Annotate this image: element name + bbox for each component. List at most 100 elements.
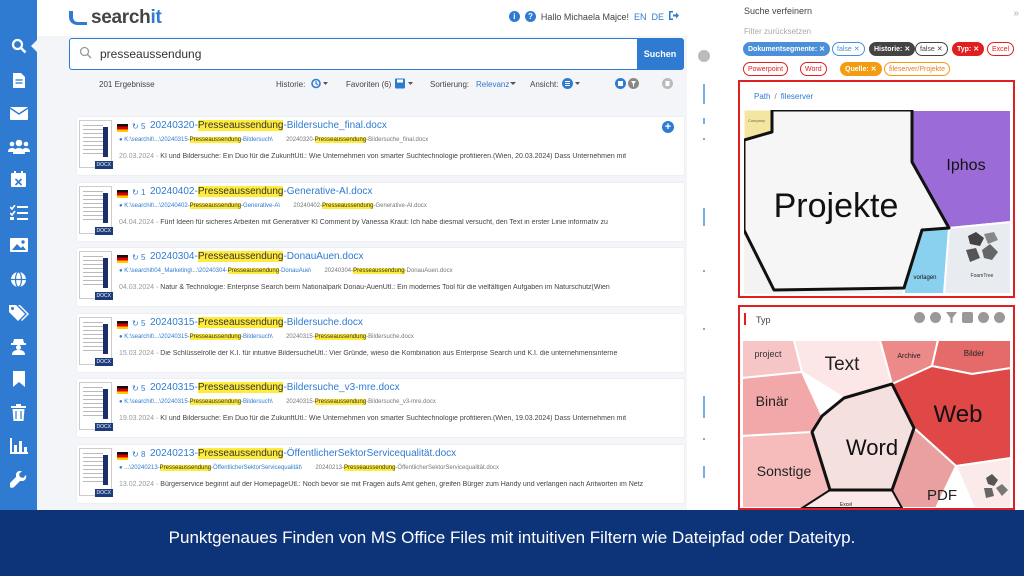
search-box: Suchen: [69, 38, 684, 70]
list-view-icon[interactable]: [562, 78, 581, 91]
calendar-icon[interactable]: [0, 164, 37, 194]
result-snippet: 15.03.2024 · Die Schlüsselrolle der K.I.…: [119, 349, 618, 357]
result-card[interactable]: DOCX ↻ 5 20240315-Presseaussendung-Bilde…: [77, 313, 684, 372]
result-title[interactable]: 20240402-Presseaussendung-Generative-AI.…: [150, 185, 372, 197]
result-card[interactable]: DOCX ↻ 8 20240213-Presseaussendung-Öffen…: [77, 444, 684, 503]
result-path[interactable]: ● K:\searchit\...\20240315-Presseaussend…: [119, 399, 436, 405]
favorites-label[interactable]: Favoriten (6): [346, 80, 391, 89]
result-card[interactable]: DOCX ↻ 5 20240304-Presseaussendung-Donau…: [77, 248, 684, 306]
document-icon[interactable]: [0, 65, 37, 95]
document-thumbnail[interactable]: DOCX: [79, 316, 113, 366]
chevron-down-icon[interactable]: [510, 78, 516, 91]
chart-bar-icon[interactable]: [0, 431, 37, 461]
history-icon[interactable]: [310, 78, 328, 91]
lang-en-link[interactable]: EN: [634, 12, 647, 22]
document-thumbnail[interactable]: DOCX: [79, 382, 113, 431]
pie-chart-icon[interactable]: [930, 312, 941, 323]
sort-dropdown[interactable]: Relevanz: [476, 80, 509, 89]
result-card[interactable]: DOCX ↻ 1 20240402-Presseaussendung-Gener…: [77, 182, 684, 241]
filter-icon[interactable]: [628, 78, 639, 91]
info-icon[interactable]: i: [508, 11, 520, 22]
top-bar: searchit i ? Hallo Michaela Majce! EN DE: [37, 0, 687, 36]
app-logo[interactable]: searchit: [69, 7, 162, 29]
treemap-label-sonstige: Sonstige: [757, 463, 812, 479]
search-field-icon: [79, 46, 92, 59]
agent-icon[interactable]: [0, 331, 37, 361]
users-icon[interactable]: [0, 131, 37, 161]
document-thumbnail[interactable]: DOCX: [79, 447, 113, 497]
filter-chip[interactable]: Dokumentsegmente: ✕: [743, 42, 831, 56]
trash-icon[interactable]: [0, 397, 37, 427]
treemap-label-bilder: Bilder: [964, 349, 985, 358]
logout-icon[interactable]: [669, 11, 679, 22]
document-thumbnail[interactable]: DOCX: [79, 185, 113, 235]
globe-icon[interactable]: [0, 264, 37, 294]
collapse-panel-icon[interactable]: »: [1013, 8, 1019, 19]
image-icon[interactable]: [0, 230, 37, 260]
funnel-icon[interactable]: [946, 312, 957, 323]
expand-icon[interactable]: [978, 312, 989, 323]
mail-icon[interactable]: [0, 98, 37, 128]
result-path[interactable]: ● K:\searchit\...\20240315-Presseaussend…: [119, 333, 414, 340]
folder-icon[interactable]: [962, 312, 973, 323]
filter-chip[interactable]: Historie: ✕: [869, 42, 916, 56]
path-treemap[interactable]: Company Projekte Iphos vorlagen FoamTree: [744, 110, 1011, 294]
filter-chip[interactable]: fileserver/Projekte: [884, 62, 951, 76]
typ-indicator: [744, 313, 746, 325]
save-icon[interactable]: [395, 78, 413, 91]
help-icon[interactable]: ?: [524, 11, 536, 22]
scroll-column: [687, 36, 724, 510]
typ-title: Typ: [756, 315, 771, 325]
result-path[interactable]: ● K:\searchit\...\20240402-Presseaussend…: [119, 202, 427, 209]
wrench-icon[interactable]: [0, 464, 37, 494]
sidebar-nav: [0, 0, 37, 510]
filter-chip[interactable]: false ✕: [915, 42, 948, 56]
flag-de-icon: [117, 255, 128, 263]
type-treemap-panel: Typ project Text Archive Bilder Binär We…: [738, 305, 1015, 510]
filter-chip[interactable]: false ✕: [832, 42, 865, 56]
add-icon[interactable]: +: [662, 121, 674, 133]
result-path[interactable]: ● K:\searchit\04_Marketing\...\20240304-…: [119, 268, 453, 274]
result-title[interactable]: 20240315-Presseaussendung-Bildersuche.do…: [150, 316, 363, 328]
version-count: ↻ 5: [132, 384, 146, 393]
collapse-up-icon[interactable]: [994, 312, 1005, 323]
type-treemap[interactable]: project Text Archive Bilder Binär Web Wo…: [742, 340, 1011, 508]
scrollbar[interactable]: [698, 78, 712, 508]
result-title[interactable]: 20240304-Presseaussendung-DonauAuen.docx: [150, 251, 364, 262]
result-path[interactable]: ● ...\20240213-Presseaussendung-Öffentli…: [119, 464, 499, 471]
filter-chip[interactable]: Quelle: ✕: [840, 62, 882, 76]
result-title[interactable]: 20240320-Presseaussendung-Bildersuche_fi…: [150, 120, 387, 131]
compare-icon[interactable]: [615, 78, 626, 91]
filter-chip[interactable]: Excel: [987, 42, 1015, 56]
treemap-label-archive: Archive: [897, 353, 920, 360]
filter-chip[interactable]: Powerpoint: [743, 62, 789, 76]
result-count: 201 Ergebnisse: [99, 80, 155, 89]
result-path[interactable]: ● K:\searchit\...\20240315-Presseaussend…: [119, 137, 428, 143]
treemap-label-projekte: Projekte: [774, 187, 899, 225]
collapse-icon[interactable]: [698, 50, 710, 62]
flag-de-icon: [117, 189, 128, 198]
result-snippet: 04.03.2024 · Natur & Technologie: Enterp…: [119, 284, 610, 291]
filter-chip[interactable]: Word: [800, 62, 827, 76]
reset-filters-link[interactable]: Filter zurücksetzen: [744, 27, 811, 36]
refine-panel: Suche verfeinern » Filter zurücksetzen D…: [724, 0, 1024, 510]
bookmark-icon[interactable]: [0, 364, 37, 394]
search-input[interactable]: [100, 45, 620, 63]
lang-de-link[interactable]: DE: [651, 12, 664, 22]
search-button[interactable]: Suchen: [637, 39, 683, 69]
checklist-icon[interactable]: [0, 197, 37, 227]
path-treemap-panel: Path / fileserver Company Projekte Iphos v…: [738, 80, 1015, 298]
result-title[interactable]: 20240213-Presseaussendung-ÖffentlicherSe…: [150, 447, 456, 459]
document-thumbnail[interactable]: DOCX: [79, 120, 113, 169]
result-title[interactable]: 20240315-Presseaussendung-Bildersuche_v3…: [150, 382, 400, 393]
flag-de-icon: [117, 124, 128, 132]
document-thumbnail[interactable]: DOCX: [79, 251, 113, 300]
result-card[interactable]: DOCX ↻ 5 20240315-Presseaussendung-Bilde…: [77, 379, 684, 437]
result-card[interactable]: DOCX ↻ 5 20240320-Presseaussendung-Bilde…: [77, 117, 684, 175]
compare-icon[interactable]: [914, 312, 925, 323]
filter-chip[interactable]: Typ: ✕: [952, 42, 985, 56]
treemap-label-iphos: Iphos: [946, 157, 985, 174]
delete-icon[interactable]: [662, 78, 673, 91]
tags-icon[interactable]: [0, 297, 37, 327]
breadcrumb[interactable]: Path / fileserver: [754, 92, 813, 101]
